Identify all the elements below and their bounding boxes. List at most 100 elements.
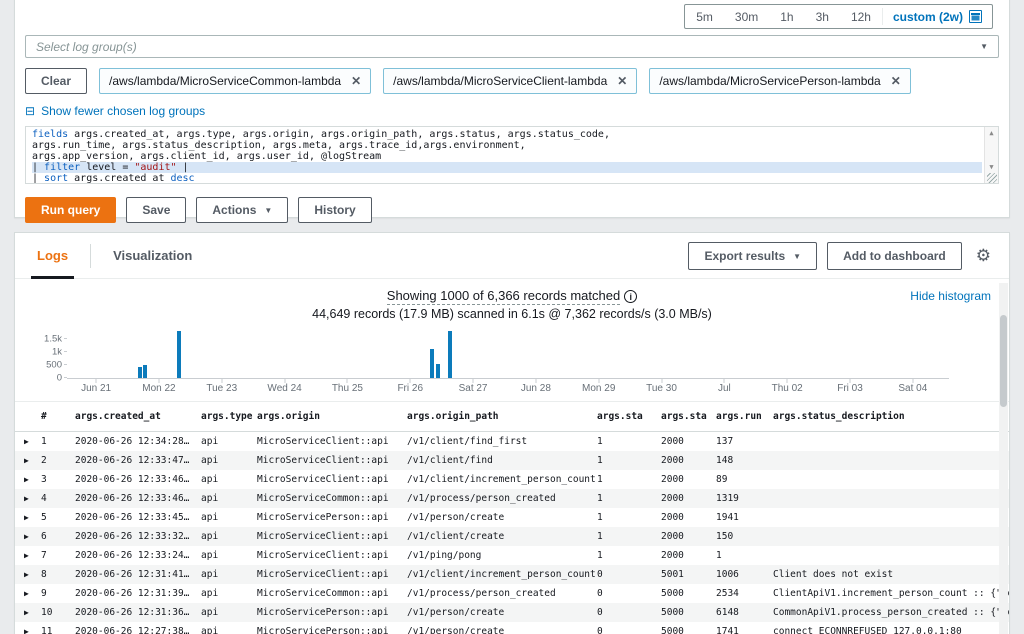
history-button[interactable]: History (298, 197, 371, 223)
y-axis-tick-label: 500 (46, 359, 62, 370)
table-row[interactable]: ▶112020-06-26 12:27:38…apiMicroServicePe… (15, 622, 1009, 634)
calendar-icon (969, 10, 982, 23)
table-row[interactable]: ▶12020-06-26 12:34:28…apiMicroServiceCli… (15, 432, 1009, 451)
clear-button[interactable]: Clear (25, 68, 87, 94)
row-expand-icon[interactable]: ▶ (15, 546, 41, 565)
show-fewer-link[interactable]: ⊟ Show fewer chosen log groups (25, 104, 205, 118)
table-cell: 2 (41, 451, 75, 470)
x-axis-tick-label: Fri 03 (837, 383, 863, 394)
row-expand-icon[interactable]: ▶ (15, 584, 41, 603)
table-cell: 2000 (661, 489, 716, 508)
histogram-bar (138, 367, 142, 378)
scroll-up-icon[interactable]: ▲ (985, 128, 998, 139)
chevron-down-icon: ▼ (980, 42, 988, 51)
y-axis-tick (64, 351, 67, 352)
table-header-cell: args.sta (661, 402, 716, 432)
table-cell (773, 546, 1009, 565)
tab-visualization[interactable]: Visualization (107, 233, 198, 279)
log-group-select[interactable]: Select log group(s) ▼ (25, 35, 999, 58)
table-cell: MicroServicePerson::api (257, 508, 407, 527)
gear-icon[interactable]: ⚙ (972, 246, 995, 266)
info-icon[interactable]: i (624, 290, 637, 303)
table-cell: 2020-06-26 12:33:24… (75, 546, 201, 565)
table-row[interactable]: ▶52020-06-26 12:33:45…apiMicroServicePer… (15, 508, 1009, 527)
x-axis-tick-label: Sat 27 (459, 383, 488, 394)
hide-histogram-link[interactable]: Hide histogram (910, 289, 991, 303)
table-row[interactable]: ▶62020-06-26 12:33:32…apiMicroServiceCli… (15, 527, 1009, 546)
table-header-cell: args.run (716, 402, 773, 432)
export-results-button[interactable]: Export results ▼ (688, 242, 817, 270)
table-row[interactable]: ▶22020-06-26 12:33:47…apiMicroServiceCli… (15, 451, 1009, 470)
table-row[interactable]: ▶92020-06-26 12:31:39…apiMicroServiceCom… (15, 584, 1009, 603)
log-group-chip-label: /aws/lambda/MicroServiceClient-lambda (393, 74, 607, 88)
row-expand-icon[interactable]: ▶ (15, 489, 41, 508)
close-icon[interactable]: ✕ (351, 74, 361, 88)
table-cell (773, 527, 1009, 546)
table-cell: 2020-06-26 12:33:46… (75, 470, 201, 489)
scroll-down-icon[interactable]: ▼ (985, 162, 998, 173)
records-matched-line: Showing 1000 of 6,366 records matched i (387, 288, 637, 305)
x-axis-tick (410, 379, 411, 383)
table-header-row: #args.created_atargs.typeargs.originargs… (15, 402, 1009, 432)
save-button[interactable]: Save (126, 197, 186, 223)
table-cell: 2020-06-26 12:31:36… (75, 603, 201, 622)
table-cell: /v1/person/create (407, 603, 597, 622)
results-scrollbar[interactable] (999, 283, 1008, 634)
resize-grip-icon[interactable] (987, 173, 997, 183)
actions-menu-button[interactable]: Actions ▼ (196, 197, 288, 223)
close-icon[interactable]: ✕ (891, 74, 901, 88)
table-row[interactable]: ▶82020-06-26 12:31:41…apiMicroServiceCli… (15, 565, 1009, 584)
table-cell: api (201, 527, 257, 546)
row-expand-icon[interactable]: ▶ (15, 451, 41, 470)
scrollbar-thumb[interactable] (1000, 315, 1007, 407)
editor-scrollbar[interactable]: ▲ ▼ (984, 127, 998, 183)
time-range-option[interactable]: 5m (685, 5, 724, 28)
row-expand-icon[interactable]: ▶ (15, 622, 41, 634)
x-axis-tick (724, 379, 725, 383)
table-cell: /v1/process/person_created (407, 489, 597, 508)
x-axis-tick-label: Jun 28 (521, 383, 551, 394)
table-cell: MicroServicePerson::api (257, 603, 407, 622)
table-cell: api (201, 451, 257, 470)
x-axis-tick-label: Mon 29 (582, 383, 615, 394)
log-group-chips: /aws/lambda/MicroServiceCommon-lambda✕/a… (99, 68, 911, 94)
table-cell: api (201, 622, 257, 634)
row-expand-icon[interactable]: ▶ (15, 603, 41, 622)
row-expand-icon[interactable]: ▶ (15, 470, 41, 489)
query-line: | filter level = "audit" | (32, 162, 982, 173)
table-cell: CommonApiV1.process_person_created :: {"… (773, 603, 1009, 622)
time-range-option[interactable]: 1h (769, 5, 804, 28)
table-row[interactable]: ▶72020-06-26 12:33:24…apiMicroServiceCli… (15, 546, 1009, 565)
time-range-option[interactable]: 3h (805, 5, 840, 28)
collapse-minus-icon: ⊟ (25, 105, 35, 117)
close-icon[interactable]: ✕ (617, 74, 627, 88)
table-cell: Client does not exist (773, 565, 1009, 584)
row-expand-icon[interactable]: ▶ (15, 432, 41, 451)
run-query-button[interactable]: Run query (25, 197, 116, 223)
table-cell: 0 (597, 622, 661, 634)
table-row[interactable]: ▶102020-06-26 12:31:36…apiMicroServicePe… (15, 603, 1009, 622)
row-expand-icon[interactable]: ▶ (15, 527, 41, 546)
x-axis-tick (96, 379, 97, 383)
table-cell: 1 (597, 527, 661, 546)
time-range-option[interactable]: 30m (724, 5, 769, 28)
time-range-custom[interactable]: custom (2w) (883, 5, 992, 28)
table-row[interactable]: ▶32020-06-26 12:33:46…apiMicroServiceCli… (15, 470, 1009, 489)
tab-logs[interactable]: Logs (31, 233, 74, 279)
table-row[interactable]: ▶42020-06-26 12:33:46…apiMicroServiceCom… (15, 489, 1009, 508)
log-group-chip-label: /aws/lambda/MicroServicePerson-lambda (659, 74, 880, 88)
table-cell: MicroServiceClient::api (257, 546, 407, 565)
query-editor[interactable]: fields args.created_at, args.type, args.… (25, 126, 999, 184)
table-cell: 3 (41, 470, 75, 489)
row-expand-icon[interactable]: ▶ (15, 565, 41, 584)
table-cell: 2020-06-26 12:33:45… (75, 508, 201, 527)
chevron-down-icon: ▼ (793, 252, 801, 261)
query-line: fields args.created_at, args.type, args.… (32, 129, 982, 140)
table-cell: 6148 (716, 603, 773, 622)
x-axis-tick-label: Wed 24 (267, 383, 301, 394)
time-range-option[interactable]: 12h (840, 5, 882, 28)
chosen-log-groups-row: Clear /aws/lambda/MicroServiceCommon-lam… (25, 68, 999, 94)
add-to-dashboard-button[interactable]: Add to dashboard (827, 242, 962, 270)
row-expand-icon[interactable]: ▶ (15, 508, 41, 527)
time-range-options: 5m30m1h3h12h (685, 5, 882, 28)
